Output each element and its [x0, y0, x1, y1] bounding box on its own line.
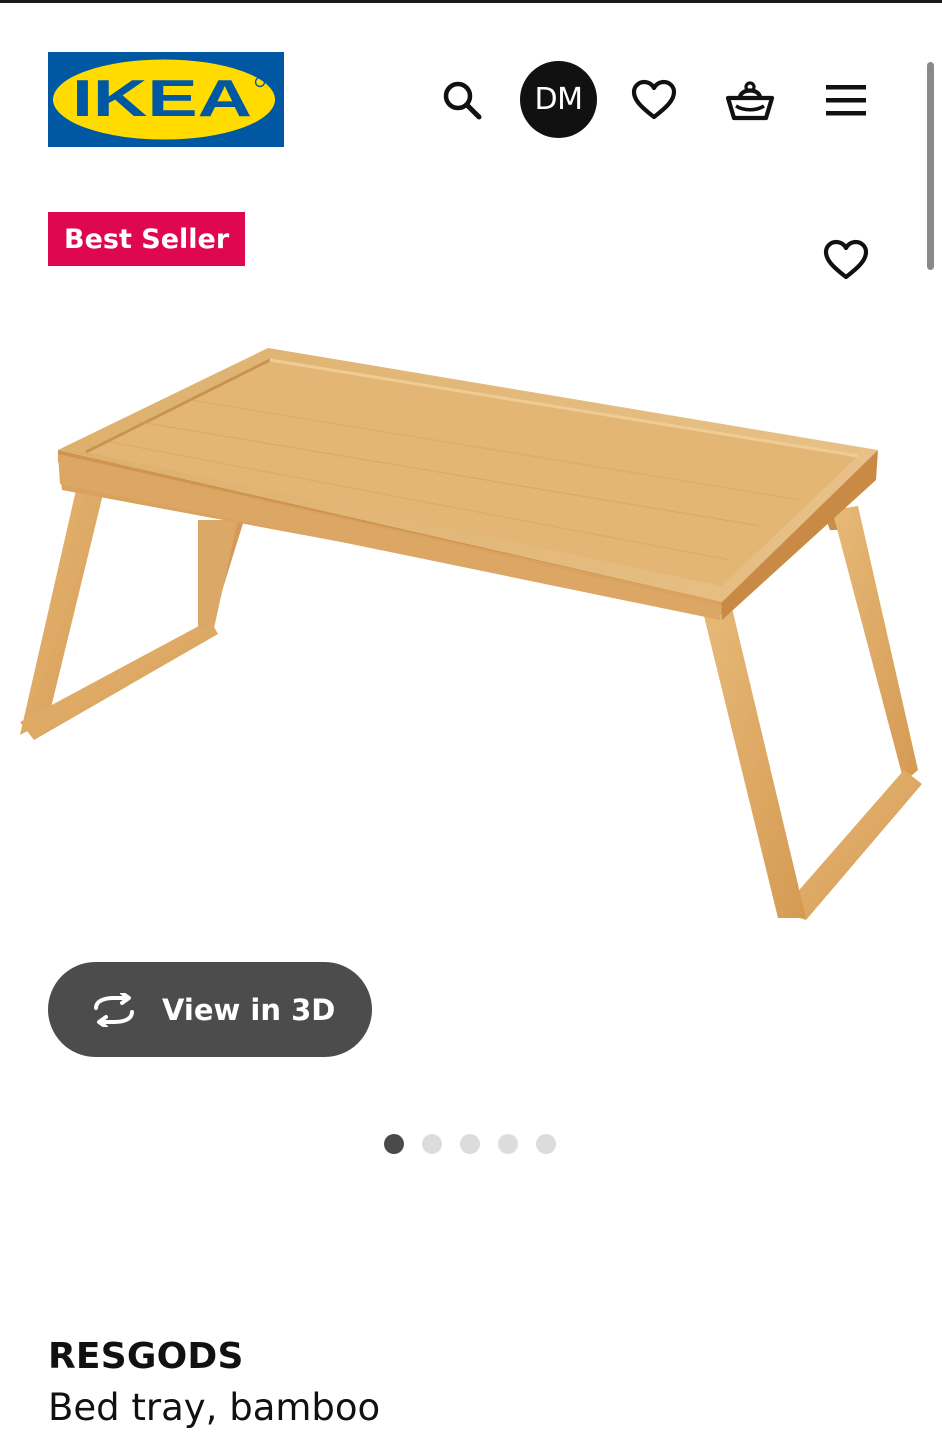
product-image[interactable]: [0, 330, 942, 930]
ikea-logo[interactable]: IKEA: [48, 52, 284, 147]
avatar-initials: DM: [534, 82, 583, 117]
menu-icon[interactable]: [818, 72, 874, 128]
badge-label: Best Seller: [64, 223, 230, 255]
search-icon[interactable]: [434, 72, 490, 128]
image-carousel-indicator: [384, 1134, 556, 1154]
product-name: RESGODS: [48, 1336, 244, 1377]
avatar[interactable]: DM: [520, 61, 597, 138]
basket-icon[interactable]: [722, 72, 778, 128]
top-divider: [0, 0, 942, 3]
best-seller-badge: Best Seller: [48, 212, 246, 266]
carousel-dot[interactable]: [536, 1134, 556, 1154]
rotate-3d-icon: [94, 992, 134, 1027]
view-in-3d-label: View in 3D: [162, 992, 336, 1027]
add-to-favourites-heart-icon[interactable]: [818, 232, 874, 288]
carousel-dot[interactable]: [422, 1134, 442, 1154]
carousel-dot[interactable]: [384, 1134, 404, 1154]
view-in-3d-button[interactable]: View in 3D: [48, 962, 372, 1057]
product-description: Bed tray, bamboo: [48, 1386, 381, 1429]
carousel-dot[interactable]: [498, 1134, 518, 1154]
carousel-dot[interactable]: [460, 1134, 480, 1154]
heart-icon[interactable]: [626, 72, 682, 128]
scrollbar[interactable]: [927, 62, 934, 270]
svg-text:IKEA: IKEA: [72, 70, 252, 128]
